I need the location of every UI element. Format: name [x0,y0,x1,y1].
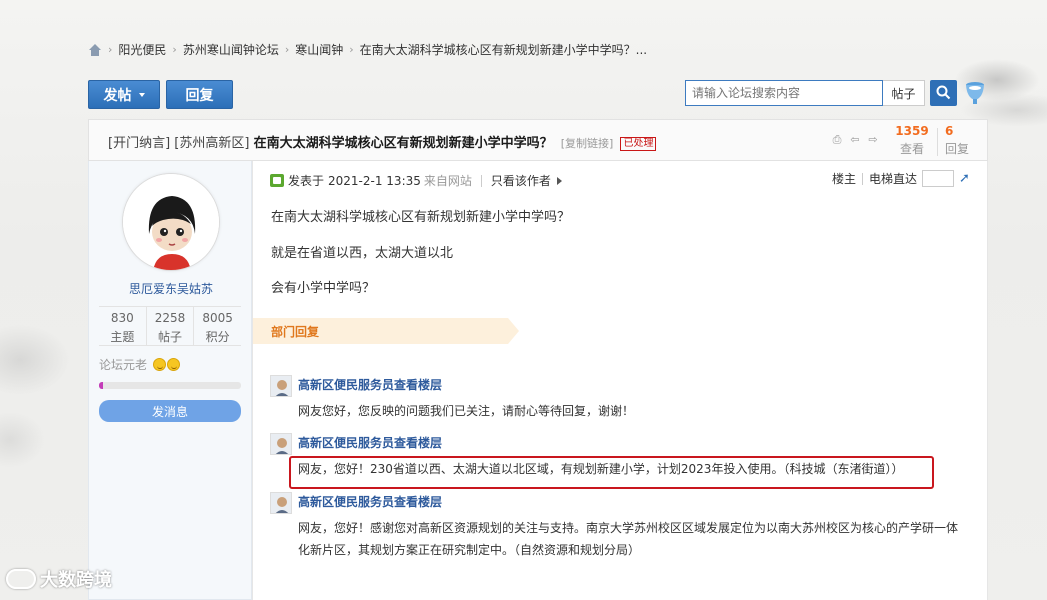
author-rank: 论坛元老 [99,356,181,373]
reply-text: 网友，您好！感谢您对高新区资源规划的关注与支持。南京大学苏州校区区域发展定位为以… [298,517,958,561]
smiley-icon [153,358,167,371]
reply-button[interactable]: 回复 [166,80,233,109]
search-bar: 帖子 [685,80,925,106]
thread-prefix[interactable]: [开门纳言] [苏州高新区] [108,136,249,151]
avatar[interactable] [122,173,220,271]
posted-prefix: 发表于 [288,174,325,188]
department-reply-title: 部门回复 [271,325,320,339]
divider [480,174,482,187]
search-button[interactable] [930,80,957,106]
search-input[interactable] [685,80,883,106]
stat-num: 8005 [202,311,233,325]
home-icon[interactable] [88,43,102,56]
background-landscape-left [0,300,90,500]
breadcrumb-item-current[interactable]: 在南大太湖科学城核心区有新规划新建小学中学吗？... [360,41,647,58]
post-paragraph: 在南大太湖科学城核心区有新规划新建小学中学吗？ [271,210,571,225]
stat-num: 830 [110,311,134,325]
breadcrumb-separator: › [349,43,354,56]
author-stats: 830 主题 2258 帖子 8005 积分 [99,306,241,346]
help-cup-icon[interactable] [963,80,987,106]
divider [937,128,938,156]
author-card: 思厄爱东吴姑苏 830 主题 2258 帖子 8005 积分 论坛元老 发消息 [88,161,252,600]
reply-text: 网友您好，您反映的问题我们已关注，请耐心等待回复，谢谢！ [298,400,634,422]
thread-title: 在南大太湖科学城核心区有新规划新建小学中学吗？ [253,136,553,151]
chevron-down-icon [138,92,145,97]
replies-label: 回复 [945,142,970,156]
watermark-text: 大数跨境 [40,570,112,591]
floor-tools: 楼主 电梯直达 ➚ [832,170,973,187]
new-post-label: 发帖 [103,87,132,104]
rank-progress-fill [99,382,104,389]
replies-count: 6 [945,124,954,138]
highlight-annotation [289,456,934,489]
views-stat: 1359 查看 [895,124,929,157]
floor-label: 楼主 [832,172,857,186]
breadcrumb: › 阳光便民 › 苏州寒山闻钟论坛 › 寒山闻钟 › 在南大太湖科学城核心区有新… [88,41,647,58]
thread-tools: ⎙ ⇦ ⇨ [831,134,879,146]
goto-floor-label: 电梯直达 [869,172,918,186]
views-label: 查看 [899,142,924,156]
reply-line: 网友您好，您反映的问题我们已关注，请耐心等待回复，谢谢！ [298,404,635,418]
smiley-icon [167,358,181,371]
search-type-select[interactable]: 帖子 [883,80,925,106]
only-author-link[interactable]: 只看该作者 [491,172,551,189]
cartoon-avatar-icon [123,174,219,270]
stat-topics[interactable]: 830 主题 [99,307,147,345]
stat-num: 2258 [154,311,186,325]
copy-link[interactable]: [复制链接] [561,137,614,150]
search-icon [936,85,951,100]
breadcrumb-separator: › [172,43,177,56]
watermark-logo-icon [6,569,36,589]
thread-title-row: [开门纳言] [苏州高新区] 在南大太湖科学城核心区有新规划新建小学中学吗？ [… [108,132,657,151]
divider [862,172,864,185]
stat-label: 帖子 [158,330,183,344]
reply-line: 网友，您好！感谢您对高新区资源规划的关注与支持。南京大学苏州校区区域发展定位为以… [298,521,959,535]
department-reply-banner: 部门回复 [253,318,519,344]
breadcrumb-item[interactable]: 苏州寒山闻钟论坛 [183,41,279,58]
rank-progress-bar [99,382,241,389]
avatar[interactable] [270,433,292,455]
watermark: 大数跨境 [6,566,112,592]
breadcrumb-separator: › [108,43,113,56]
rank-label[interactable]: 论坛元老 [99,356,147,373]
thread-header: [开门纳言] [苏州高新区] 在南大太湖科学城核心区有新规划新建小学中学吗？ [… [88,119,988,161]
new-post-button[interactable]: 发帖 [88,80,160,109]
next-thread-icon[interactable]: ⇨ [867,134,879,146]
stat-label: 主题 [110,330,135,344]
goto-arrow-icon[interactable]: ➚ [959,171,973,186]
stat-posts[interactable]: 2258 帖子 [147,307,195,345]
online-status-icon [270,174,284,187]
views-count: 1359 [895,124,929,138]
post-paragraph: 会有小学中学吗？ [271,281,376,296]
reply-line: 化新片区，其规划方案正在研究制定中。（自然资源和规划分局） [298,543,641,557]
floor-number-input[interactable] [922,170,955,187]
breadcrumb-item[interactable]: 阳光便民 [118,41,166,58]
stat-points[interactable]: 8005 积分 [194,307,241,345]
breadcrumb-separator: › [284,43,290,56]
post-meta: 发表于 2021-2-1 13:35 来自网站 只看该作者 [270,172,562,189]
status-badge: 已处理 [620,137,657,151]
post-source: 来自网站 [423,174,472,188]
author-name[interactable]: 思厄爱东吴姑苏 [89,280,253,297]
reply-author-link[interactable]: 高新区便民服务员查看楼层 [298,376,442,393]
reply-label: 回复 [185,87,214,104]
avatar[interactable] [270,375,292,397]
reply-author-link[interactable]: 高新区便民服务员查看楼层 [298,493,442,510]
caret-right-icon [556,176,562,185]
prev-thread-icon[interactable]: ⇦ [849,134,861,146]
print-icon[interactable]: ⎙ [831,134,843,146]
replies-stat: 6 回复 [945,124,975,157]
post-content-area: 发表于 2021-2-1 13:35 来自网站 只看该作者 楼主 电梯直达 ➚ … [252,161,988,600]
send-message-button[interactable]: 发消息 [99,400,241,422]
avatar[interactable] [270,492,292,514]
breadcrumb-item[interactable]: 寒山闻钟 [295,41,343,58]
reply-author-link[interactable]: 高新区便民服务员查看楼层 [298,434,442,451]
post-paragraph: 就是在省道以西，太湖大道以北 [271,246,454,261]
posted-time: 2021-2-1 13:35 [328,173,421,188]
stat-label: 积分 [205,330,230,344]
